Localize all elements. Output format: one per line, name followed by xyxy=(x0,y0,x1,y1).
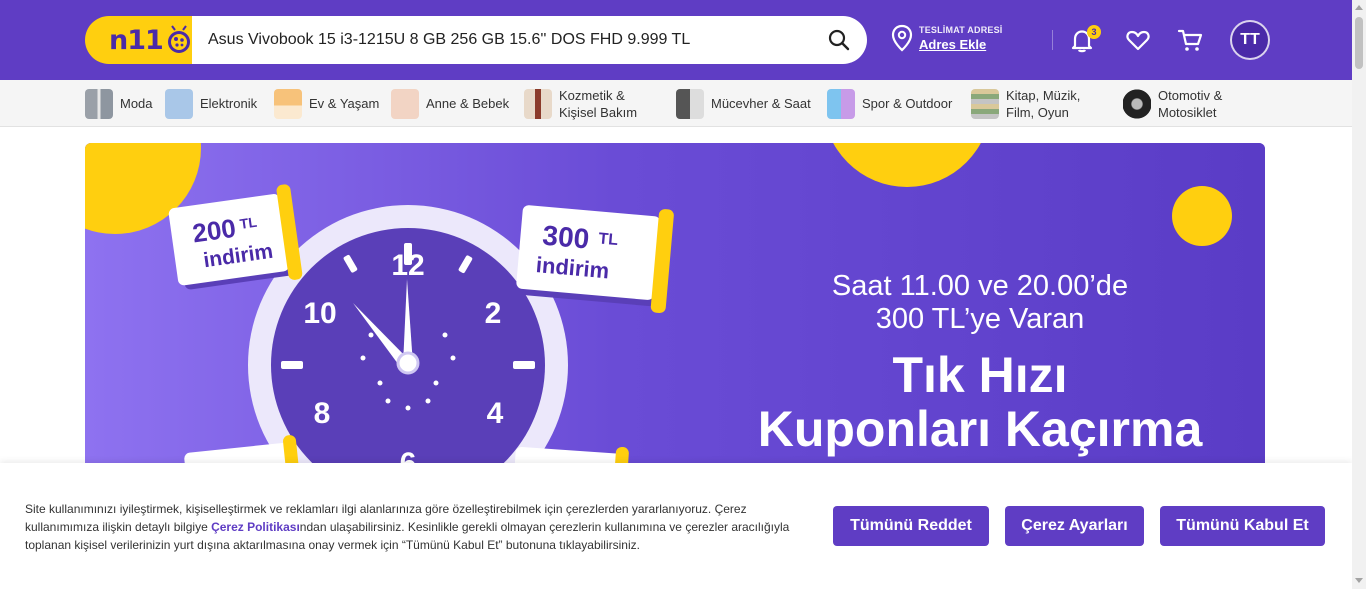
clock-number: 12 xyxy=(391,249,424,282)
search-icon[interactable] xyxy=(827,28,851,52)
delivery-address[interactable]: TESLİMAT ADRESİ Adres Ekle xyxy=(890,24,1003,52)
ladybug-icon xyxy=(167,25,190,53)
clock-number: 2 xyxy=(485,297,502,330)
promo-banner[interactable]: 12 2 4 6 8 10 200 TL indirim 300 xyxy=(85,143,1265,463)
category-spor-outdoor[interactable]: Spor & Outdoor xyxy=(827,88,952,119)
home-lamp-thumbnail xyxy=(274,88,302,119)
tire-thumbnail xyxy=(1123,88,1151,119)
category-mucevher-saat[interactable]: Mücevher & Saat xyxy=(676,88,811,119)
top-header: n11 TESLİMAT ADRESİ Adres Ekle xyxy=(0,0,1366,80)
scroll-up-icon[interactable] xyxy=(1355,5,1363,10)
notification-badge: 3 xyxy=(1087,25,1101,39)
cart-icon[interactable] xyxy=(1176,26,1204,54)
category-label: Kitap, Müzik, Film, Oyun xyxy=(1006,87,1081,120)
fashion-thumbnail xyxy=(85,88,113,119)
banner-subtitle-line: 300 TL’ye Varan xyxy=(875,303,1085,335)
banner-title-line: Tık Hızı xyxy=(892,347,1068,403)
search-bar xyxy=(192,16,867,64)
electronics-thumbnail xyxy=(165,88,193,119)
banner-title-line: Kuponları Kaçırma xyxy=(757,401,1203,457)
logo-text: n11 xyxy=(109,24,164,56)
cookie-text: Site kullanımınızı iyileştirmek, kişisel… xyxy=(25,500,795,554)
address-label: TESLİMAT ADRESİ xyxy=(919,24,1003,35)
page-scrollbar[interactable] xyxy=(1352,0,1366,589)
add-address-link[interactable]: Adres Ekle xyxy=(919,37,1003,52)
coupon-unit: TL xyxy=(598,230,619,249)
banner-title: Tık Hızı Kuponları Kaçırma xyxy=(735,348,1225,456)
heart-icon[interactable] xyxy=(1124,26,1152,54)
scrollbar-thumb[interactable] xyxy=(1355,17,1363,69)
clock-number: 4 xyxy=(487,397,504,430)
decor-circle xyxy=(1172,186,1232,246)
category-label: Elektronik xyxy=(200,96,258,111)
coupon-amount: 200 xyxy=(191,213,238,249)
sport-thumbnail xyxy=(827,88,855,119)
category-anne-bebek[interactable]: Anne & Bebek xyxy=(391,88,509,119)
cookie-policy-link[interactable]: Çerez Politikası xyxy=(211,520,300,534)
category-label: Mücevher & Saat xyxy=(711,96,811,111)
category-ev-yasam[interactable]: Ev & Yaşam xyxy=(274,88,379,119)
category-label: Ev & Yaşam xyxy=(309,96,380,111)
reject-all-button[interactable]: Tümünü Reddet xyxy=(833,506,989,546)
coupon-amount: 300 xyxy=(541,220,590,255)
clock-number: 8 xyxy=(314,397,331,430)
header-divider xyxy=(1052,30,1053,50)
clock-number: 6 xyxy=(400,447,417,463)
banner-subtitle: Saat 11.00 ve 20.00’de 300 TL’ye Varan xyxy=(785,270,1175,336)
banner-subtitle-line: Saat 11.00 ve 20.00’de xyxy=(831,270,1129,302)
cosmetics-thumbnail xyxy=(524,88,552,119)
location-pin-icon xyxy=(891,24,913,52)
coupon-unit: TL xyxy=(239,214,259,232)
search-input[interactable] xyxy=(192,16,792,64)
category-bar: Moda Elektronik Ev & Yaşam Anne & Bebek … xyxy=(0,80,1366,127)
category-label: Moda xyxy=(120,96,153,111)
category-moda[interactable]: Moda xyxy=(85,88,153,119)
cookie-settings-button[interactable]: Çerez Ayarları xyxy=(1005,506,1144,546)
clock-center xyxy=(396,351,420,375)
category-label: Otomotiv & Motosiklet xyxy=(1158,87,1223,120)
clock-number: 10 xyxy=(303,297,336,330)
watch-thumbnail xyxy=(676,88,704,119)
category-elektronik[interactable]: Elektronik xyxy=(165,88,257,119)
baby-thumbnail xyxy=(391,88,419,119)
category-label: Spor & Outdoor xyxy=(862,96,953,111)
category-kitap-muzik[interactable]: Kitap, Müzik, Film, Oyun xyxy=(971,87,1081,120)
category-label: Kozmetik & Kişisel Bakım xyxy=(559,87,638,120)
category-label: Anne & Bebek xyxy=(426,96,510,111)
books-thumbnail xyxy=(971,88,999,119)
n11-logo[interactable]: n11 xyxy=(85,16,197,64)
cookie-consent-bar: Site kullanımınızı iyileştirmek, kişisel… xyxy=(0,463,1352,589)
accept-all-button[interactable]: Tümünü Kabul Et xyxy=(1160,506,1325,546)
scroll-down-icon[interactable] xyxy=(1355,578,1363,583)
category-kozmetik[interactable]: Kozmetik & Kişisel Bakım xyxy=(524,87,638,120)
category-otomotiv[interactable]: Otomotiv & Motosiklet xyxy=(1123,87,1223,120)
user-avatar[interactable]: TT xyxy=(1230,20,1270,60)
